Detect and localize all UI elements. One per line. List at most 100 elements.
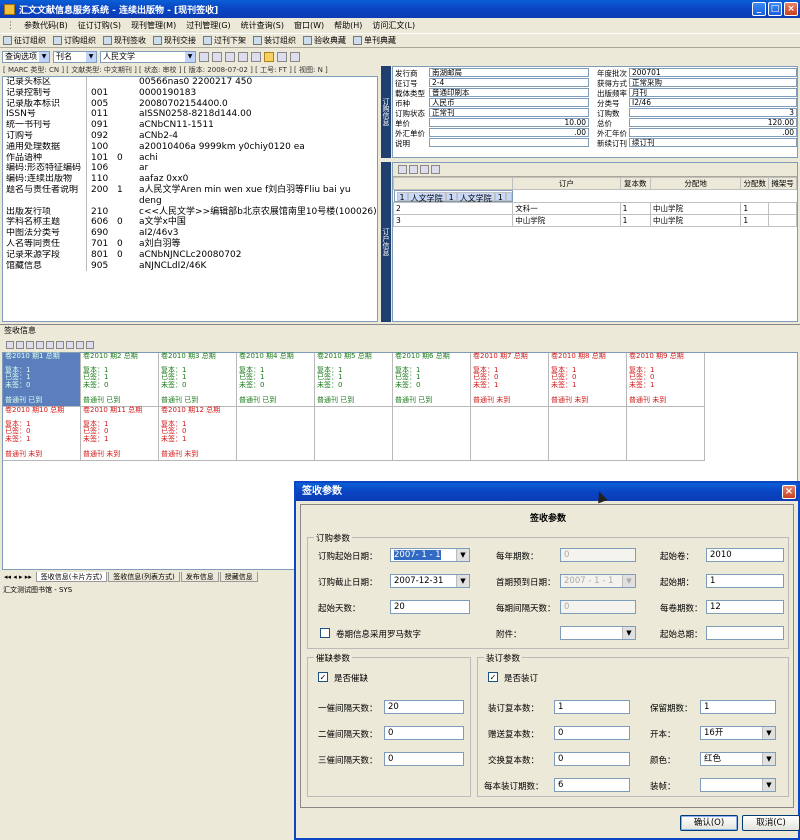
assign-icon[interactable]: [431, 165, 440, 174]
note-field[interactable]: [429, 138, 589, 147]
issue-card[interactable]: 卷2010 期5 总期 复本：1 已签：1 未签：0 普通刊 已到: [315, 352, 393, 407]
next-icon[interactable]: [66, 340, 74, 349]
issue-card[interactable]: 卷2010 期10 总期 复本：1 已签：0 未签：1 普通刊 未到: [3, 406, 81, 461]
next-icon[interactable]: [238, 51, 248, 62]
marc-row[interactable]: 记录头标区 00566nas0 2200217 450: [3, 77, 377, 88]
ok-button[interactable]: 确认(O): [680, 815, 738, 831]
issue-card[interactable]: 卷2010 期7 总期 复本：1 已签：0 未签：1 普通刊 未到: [471, 352, 549, 407]
roman-checkbox[interactable]: [320, 628, 330, 638]
subscriber-row[interactable]: 3 中山学院 1 中山学院 1: [392, 214, 797, 227]
prev-icon[interactable]: [225, 51, 235, 62]
tools-icon[interactable]: [86, 340, 94, 349]
toolbar-binding[interactable]: 装订组织: [253, 35, 296, 46]
toolbar-acceptance[interactable]: 验收典藏: [303, 35, 346, 46]
marc-row[interactable]: 人名等同责任 701 0 a刘白羽等: [3, 238, 377, 250]
edit-icon[interactable]: [264, 51, 274, 62]
attachment-select[interactable]: ▼: [560, 626, 636, 640]
issues-per-year-input[interactable]: 0: [560, 548, 636, 562]
menu-back-issues[interactable]: 过刊管理(G): [186, 20, 230, 31]
query-value-select[interactable]: 人民文学 ▼: [100, 50, 196, 63]
issues-per-book-input[interactable]: 6: [554, 778, 630, 792]
marc-row[interactable]: 编码:形态特征编码 106 ar: [3, 163, 377, 175]
start-days-input[interactable]: 20: [390, 600, 470, 614]
edit-icon[interactable]: [409, 165, 418, 174]
order-status-field[interactable]: 正常刊: [429, 108, 589, 117]
marc-row[interactable]: 统一书刊号 091 aCNbCN11-1511: [3, 120, 377, 131]
toolbar-sign-in[interactable]: 现刊签收: [103, 35, 146, 46]
delete-icon[interactable]: [36, 340, 44, 349]
issue-card[interactable]: 卷2010 期2 总期 复本：1 已签：1 未签：0 普通刊 已到: [81, 352, 159, 407]
cancel-button[interactable]: 取消(C): [742, 815, 800, 831]
marc-row[interactable]: 学科名称主题 606 0 a文学x中国: [3, 217, 377, 229]
order-no-field[interactable]: 2-4: [429, 78, 589, 87]
format-select[interactable]: 16开 ▼: [700, 726, 776, 740]
end-date-picker[interactable]: 2007-12-31 ▼: [390, 574, 470, 588]
issue-card[interactable]: 卷2010 期11 总期 复本：1 已签：0 未签：1 普通刊 未到: [81, 406, 159, 461]
start-date-picker[interactable]: 2007- 1 - 1 ▼: [390, 548, 470, 562]
minimize-button[interactable]: _: [752, 2, 766, 16]
fx-year-field[interactable]: .00: [629, 128, 797, 137]
year-batch-field[interactable]: 200701: [629, 68, 797, 77]
settings-icon[interactable]: [76, 340, 84, 349]
marc-row[interactable]: ISSN号 011 aISSN0258-8218d144.00: [3, 109, 377, 121]
tab-list-view[interactable]: 签收信息(列表方式): [108, 572, 180, 582]
menu-help[interactable]: 帮助(H): [334, 20, 362, 31]
unit-price-field[interactable]: 10.00: [429, 118, 589, 127]
marc-row[interactable]: 记录来源字段 801 0 aCNbNJNCLc20080702: [3, 249, 377, 261]
issue-card[interactable]: 卷2010 期3 总期 复本：1 已签：1 未签：0 普通刊 已到: [159, 352, 237, 407]
tab-collection[interactable]: 授藏信息: [219, 572, 258, 582]
marc-row[interactable]: 出版发行项 210 c<<人民文学>>编辑部b北京农展馆南里10号楼(100026): [3, 206, 377, 218]
marc-row[interactable]: 中图法分类号 690 aI2/46v3: [3, 228, 377, 239]
interval-input[interactable]: 0: [560, 600, 636, 614]
renewal-field[interactable]: 续订刊: [629, 138, 797, 147]
start-volume-input[interactable]: 2010: [706, 548, 784, 562]
total-price-field[interactable]: 120.00: [629, 118, 797, 127]
nav-arrows-icon[interactable]: ◂◂ ◂ ▸ ▸▸: [4, 573, 32, 581]
col-subscriber[interactable]: 订户: [512, 177, 621, 190]
delete-icon[interactable]: [420, 165, 429, 174]
carrier-field[interactable]: 普通印刷本: [429, 88, 589, 97]
issues-per-volume-input[interactable]: 12: [706, 600, 784, 614]
query-type-select[interactable]: 刊名 ▼: [53, 50, 97, 63]
claim2-input[interactable]: 0: [384, 726, 464, 740]
marc-row[interactable]: 作品语种 101 0 achi: [3, 152, 377, 164]
bind-copies-input[interactable]: 1: [554, 700, 630, 714]
query-options-select[interactable]: 查询选项 ▼: [2, 50, 50, 63]
copies-field[interactable]: 3: [629, 108, 797, 117]
method-field[interactable]: 正常采购: [629, 78, 797, 87]
toolbar-single-collection[interactable]: 单刊典藏: [353, 35, 396, 46]
new-icon[interactable]: [398, 165, 407, 174]
gift-copies-input[interactable]: 0: [554, 726, 630, 740]
issue-card[interactable]: 卷2010 期6 总期 复本：1 已签：1 未签：0 普通刊 已到: [393, 352, 471, 407]
menu-window[interactable]: 窗口(W): [294, 20, 324, 31]
issuer-field[interactable]: 南湖邮局: [429, 68, 589, 77]
frequency-field[interactable]: 月刊: [629, 88, 797, 97]
dialog-close-icon[interactable]: ×: [782, 485, 796, 499]
tab-card-view[interactable]: 签收信息(卡片方式): [35, 572, 108, 582]
prev-icon[interactable]: [56, 340, 64, 349]
first-date-picker[interactable]: 2007 - 1 - 1 ▼: [560, 574, 636, 588]
subscriber-row[interactable]: 1 人文学院 1 人文学院 1: [393, 190, 513, 203]
marc-row[interactable]: 记录版本标识 005 20080702154400.0: [3, 98, 377, 110]
maximize-button[interactable]: □: [768, 2, 782, 16]
marc-row[interactable]: 记录控制号 001 0000190183: [3, 87, 377, 99]
start-issue-input[interactable]: 1: [706, 574, 784, 588]
open-icon[interactable]: [16, 340, 24, 349]
search-icon[interactable]: [199, 51, 209, 62]
marc-row[interactable]: 编码:连续出版物 110 aafaz 0xx0: [3, 174, 377, 185]
issue-card[interactable]: 卷2010 期8 总期 复本：1 已签：0 未签：1 普通刊 未到: [549, 352, 627, 407]
fx-unit-field[interactable]: .00: [429, 128, 589, 137]
exchange-copies-input[interactable]: 0: [554, 752, 630, 766]
currency-field[interactable]: 人民币: [429, 98, 589, 107]
menu-current[interactable]: 现刊管理(M): [131, 20, 176, 31]
col-location[interactable]: 分配地: [649, 177, 742, 190]
toolbar-shelf-off[interactable]: 过刊下架: [203, 35, 246, 46]
menu-subscription[interactable]: 征订订购(S): [78, 20, 121, 31]
last-icon[interactable]: [251, 51, 261, 62]
marc-row[interactable]: 通用处理数据 100 a20010406a 9999km y0chiy0120 ea: [3, 141, 377, 153]
marc-row[interactable]: deng: [3, 195, 377, 207]
first-icon[interactable]: [212, 51, 222, 62]
issue-card[interactable]: 卷2010 期9 总期 复本：1 已签：0 未签：1 普通刊 未到: [627, 352, 705, 407]
close-button[interactable]: ×: [784, 2, 798, 16]
new-icon[interactable]: [6, 340, 14, 349]
